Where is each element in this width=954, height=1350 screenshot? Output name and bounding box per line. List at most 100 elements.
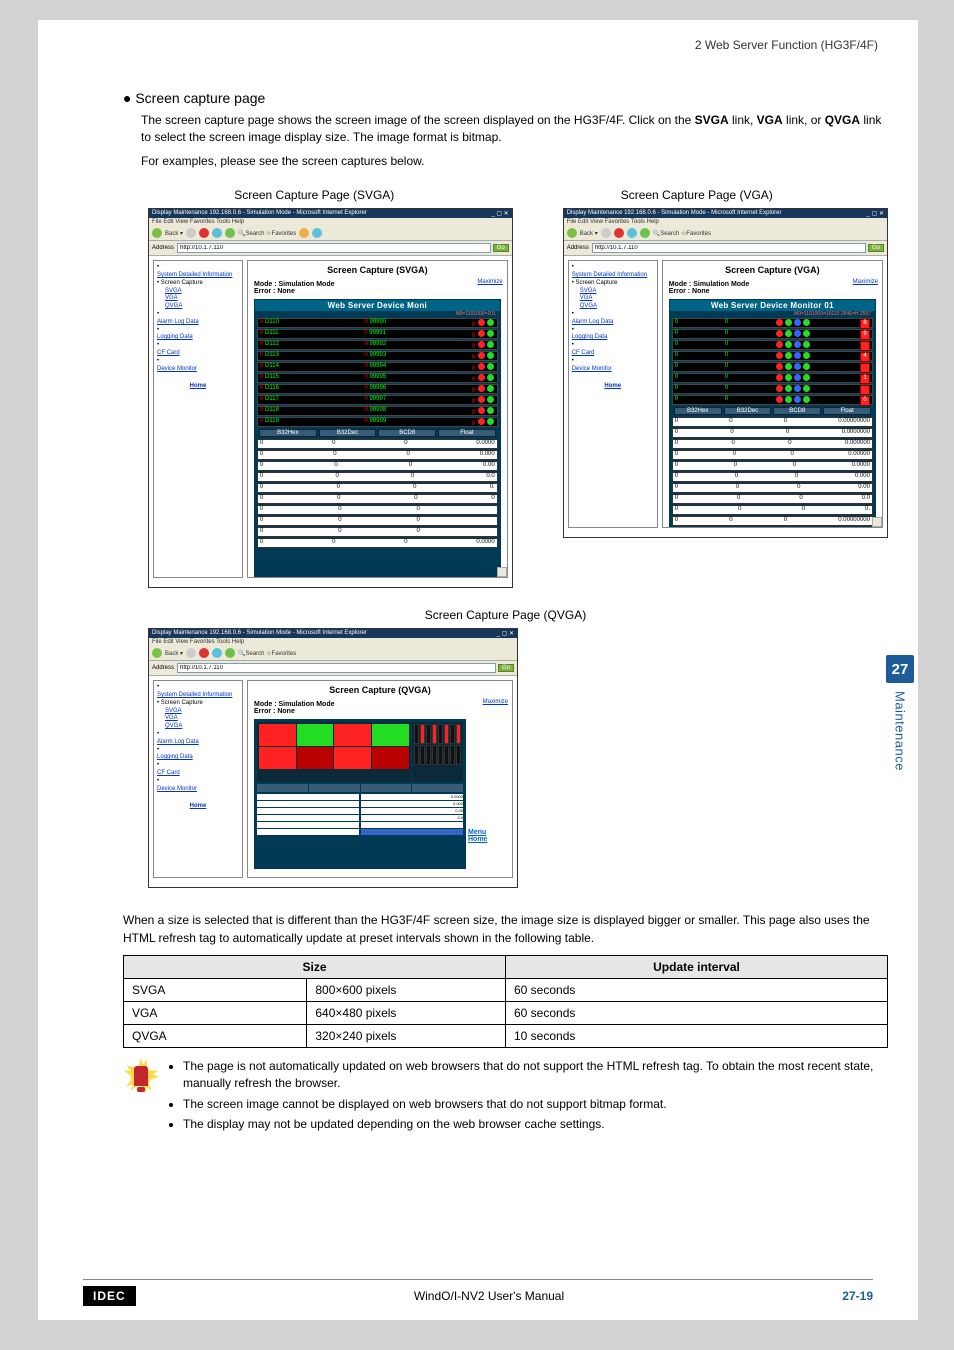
nav-sysdetail[interactable]: System Detailed Information <box>157 692 239 700</box>
maximize-link[interactable]: Maximize <box>483 699 508 705</box>
cell-pixels: 800×600 pixels <box>307 978 506 1001</box>
title-text: Display Maintenance 192.168.0.6 - Simula… <box>567 210 782 217</box>
table-row: SVGA 800×600 pixels 60 seconds <box>124 978 888 1001</box>
address-bar: Address Go <box>149 241 512 256</box>
nav-cf[interactable]: CF Card <box>572 350 654 358</box>
nav-alarm[interactable]: Alarm Log Data <box>572 319 654 327</box>
error-line: Error : None <box>254 708 512 715</box>
tab[interactable]: B32Hex <box>674 407 722 415</box>
nav-device[interactable]: Device Monitor <box>157 786 239 794</box>
nav-home[interactable]: Home <box>157 383 239 391</box>
go-button[interactable]: Go <box>498 664 514 672</box>
refresh-icon <box>627 228 637 238</box>
addr-input[interactable] <box>177 243 491 253</box>
nav-home[interactable]: Home <box>572 383 654 391</box>
titlebar: Display Maintenance 192.168.0.6 - Simula… <box>149 629 517 638</box>
row: 0 D1120 999920 <box>257 340 498 350</box>
svga-bold: SVGA <box>695 113 729 127</box>
table-header-row: Size Update interval <box>124 955 888 978</box>
toolbar: Back ▾ 🔍Search ☆Favorites <box>149 646 517 661</box>
device-title: Web Server Device Moni <box>255 300 500 311</box>
nav-cf[interactable]: CF Card <box>157 770 239 778</box>
tab[interactable]: BCD8 <box>378 429 436 437</box>
nav-logging[interactable]: Logging Data <box>572 334 654 342</box>
caption-svga: Screen Capture Page (SVGA) <box>123 188 506 202</box>
nav-device[interactable]: Device Monitor <box>157 366 239 374</box>
nav-svga[interactable]: SVGA <box>165 708 239 716</box>
nav-alarm[interactable]: Alarm Log Data <box>157 319 239 327</box>
table-row: VGA 640×480 pixels 60 seconds <box>124 1001 888 1024</box>
nav-qvga[interactable]: QVGA <box>165 303 239 311</box>
after-text: When a size is selected that is differen… <box>123 912 888 947</box>
white-rows: 0000.00000000 0000.0000000 0000.000000 0… <box>670 417 875 526</box>
nav-screencap: Screen Capture <box>161 700 203 706</box>
idec-logo: IDEC <box>83 1286 136 1306</box>
sidebar: • System Detailed Information • Screen C… <box>568 260 658 528</box>
home-link[interactable]: Home <box>468 836 508 843</box>
body: • System Detailed Information • Screen C… <box>149 256 512 582</box>
nav-home[interactable]: Home <box>157 803 239 811</box>
nav-screencap: Screen Capture <box>161 280 203 286</box>
text: link, <box>729 113 757 127</box>
row: 0 D1190 999990 <box>257 417 498 427</box>
side-tab: 27 Maintenance <box>886 655 914 785</box>
nav-device[interactable]: Device Monitor <box>572 366 654 374</box>
search-label: 🔍Search ☆Favorites <box>238 650 296 657</box>
title-text: Display Maintenance 192.168.0.6 - Simula… <box>152 630 367 637</box>
nav-vga[interactable]: VGA <box>580 295 654 303</box>
th-size: Size <box>124 955 506 978</box>
device-panel: 0.00000.0000.000.0 <box>254 719 466 869</box>
nav-svga[interactable]: SVGA <box>580 288 654 296</box>
text: The screen capture page shows the screen… <box>141 113 695 127</box>
sidebar: • System Detailed Information • Screen C… <box>153 680 243 878</box>
nav-sysdetail[interactable]: System Detailed Information <box>157 272 239 280</box>
go-button[interactable]: Go <box>493 244 509 252</box>
cell-pixels: 640×480 pixels <box>307 1001 506 1024</box>
row: 0 D1130 999930 <box>257 351 498 361</box>
tab[interactable]: B32Hex <box>259 429 317 437</box>
search-label: 🔍Search ☆Favorites <box>238 230 296 237</box>
screenshot-vga: Display Maintenance 192.168.0.6 - Simula… <box>563 208 888 538</box>
go-button[interactable]: Go <box>868 244 884 252</box>
tab[interactable]: Float <box>438 429 496 437</box>
maximize-link[interactable]: Maximize <box>477 279 502 285</box>
nav-logging[interactable]: Logging Data <box>157 334 239 342</box>
tab[interactable]: BCD8 <box>773 407 821 415</box>
nav-sysdetail[interactable]: System Detailed Information <box>572 272 654 280</box>
row: 0 D1170 999970 <box>257 395 498 405</box>
device-title: Web Server Device Monitor 01 <box>670 300 875 311</box>
addr-input[interactable] <box>177 663 496 673</box>
rows: 0 D1100 999900 0 D1110 999910 0 D1120 99… <box>255 318 500 427</box>
stop-icon <box>614 228 624 238</box>
nav-qvga[interactable]: QVGA <box>165 723 239 731</box>
nav-alarm[interactable]: Alarm Log Data <box>157 739 239 747</box>
refresh-icon <box>212 648 222 658</box>
row: 0 D1100 999900 <box>257 318 498 328</box>
stop-icon <box>199 648 209 658</box>
tab[interactable]: Float <box>823 407 871 415</box>
nav-vga[interactable]: VGA <box>165 295 239 303</box>
cell-interval: 60 seconds <box>505 978 887 1001</box>
maximize-link[interactable]: Maximize <box>853 279 878 285</box>
tab[interactable]: B32Dec <box>319 429 377 437</box>
nav-qvga[interactable]: QVGA <box>580 303 654 311</box>
addr-label: Address <box>152 665 174 671</box>
window-controls: _ ▢ ✕ <box>491 210 508 217</box>
device-panel: Web Server Device Monitor 01 M0=1101000=… <box>669 299 876 528</box>
refresh-icon <box>212 228 222 238</box>
mode-line: Mode : Simulation Mode <box>254 701 512 708</box>
menu-link[interactable]: Menu <box>468 829 508 836</box>
toolbar: Back ▾ 🔍Search ☆Favorites <box>149 226 512 241</box>
menubar: File Edit View Favorites Tools Help <box>564 218 887 226</box>
nav-svga[interactable]: SVGA <box>165 288 239 296</box>
nav-cf[interactable]: CF Card <box>157 350 239 358</box>
hex-label: M0=1101000=101 <box>255 311 496 317</box>
row: 0 D1150 999950 <box>257 373 498 383</box>
nav-vga[interactable]: VGA <box>165 715 239 723</box>
tab[interactable]: B32Dec <box>724 407 772 415</box>
row: 0 D1140 999940 <box>257 362 498 372</box>
addr-input[interactable] <box>592 243 866 253</box>
nav-logging[interactable]: Logging Data <box>157 754 239 762</box>
cell-interval: 60 seconds <box>505 1001 887 1024</box>
home-icon <box>225 228 235 238</box>
